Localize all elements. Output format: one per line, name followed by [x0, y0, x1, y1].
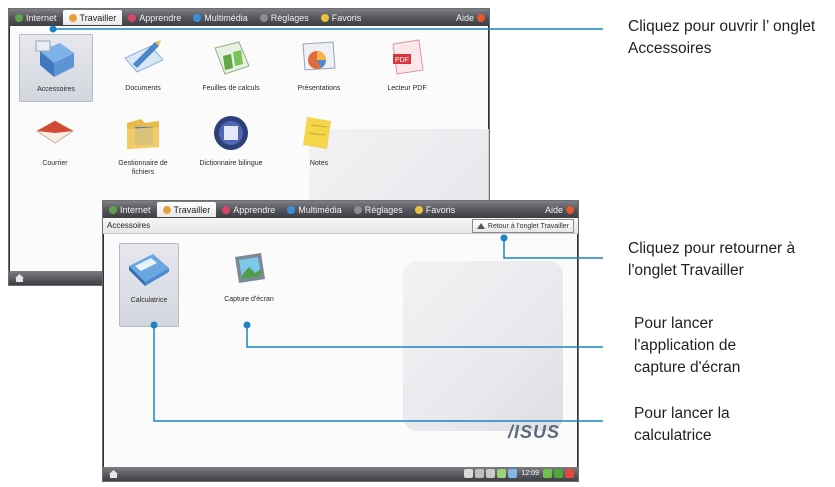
- callout-calculator: Pour lancer la calculatrice: [634, 405, 730, 444]
- callout-line-back: [503, 238, 603, 259]
- callout-line-screenshot: [246, 325, 603, 348]
- callout-dot: [243, 321, 251, 329]
- callout-screenshot: Pour lancer l'application de capture d'é…: [634, 315, 741, 376]
- callout-dot: [49, 25, 57, 33]
- callout-back: Cliquez pour retourner à l'onglet Travai…: [628, 240, 796, 279]
- callout-line-calculator: [153, 325, 603, 422]
- callout-dot: [500, 234, 508, 242]
- callout-accessories: Cliquez pour ouvrir l’ onglet Accessoire…: [628, 18, 816, 57]
- callout-dot: [150, 321, 158, 329]
